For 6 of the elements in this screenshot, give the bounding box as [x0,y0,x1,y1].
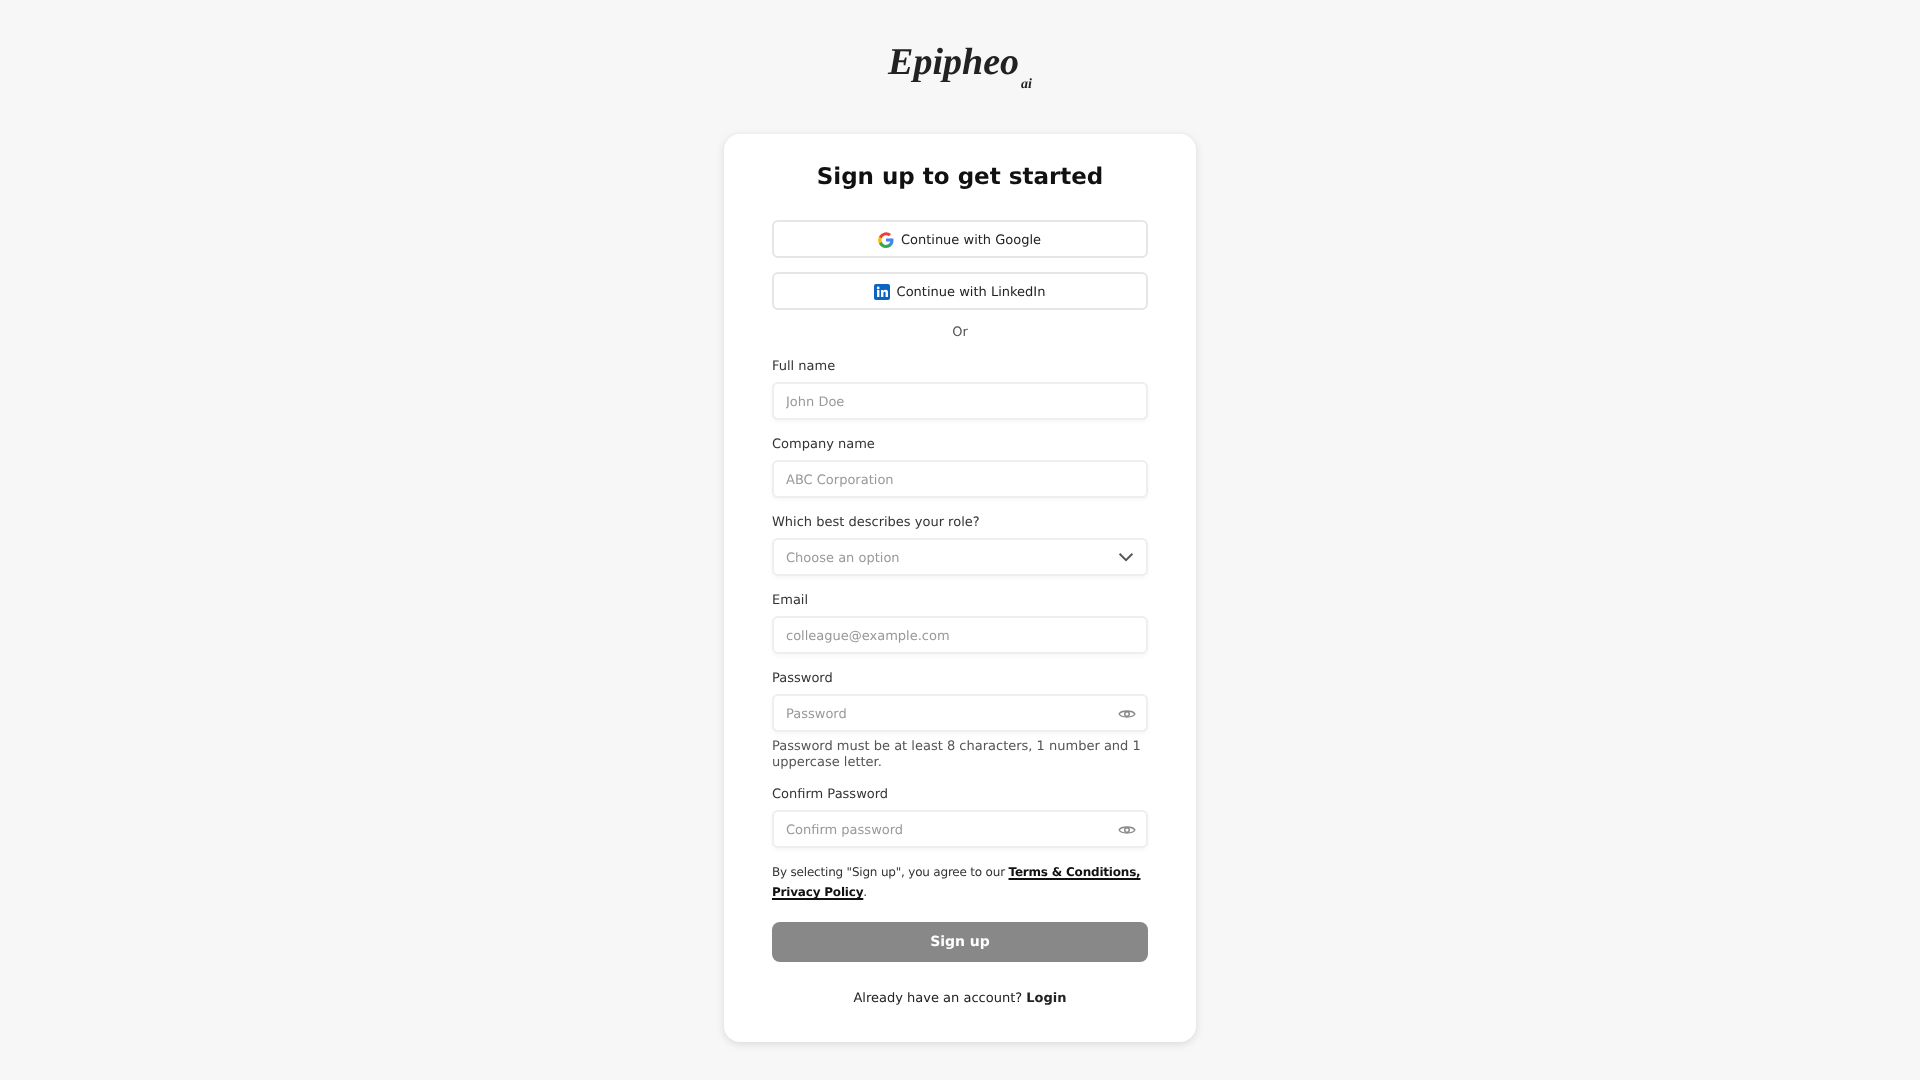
eye-icon[interactable] [1118,707,1136,719]
chevron-down-icon [1118,552,1134,562]
google-icon [878,231,895,247]
form-title: Sign up to get started [814,162,1106,190]
eye-icon[interactable] [1118,823,1136,835]
linkedin-icon [874,283,891,299]
